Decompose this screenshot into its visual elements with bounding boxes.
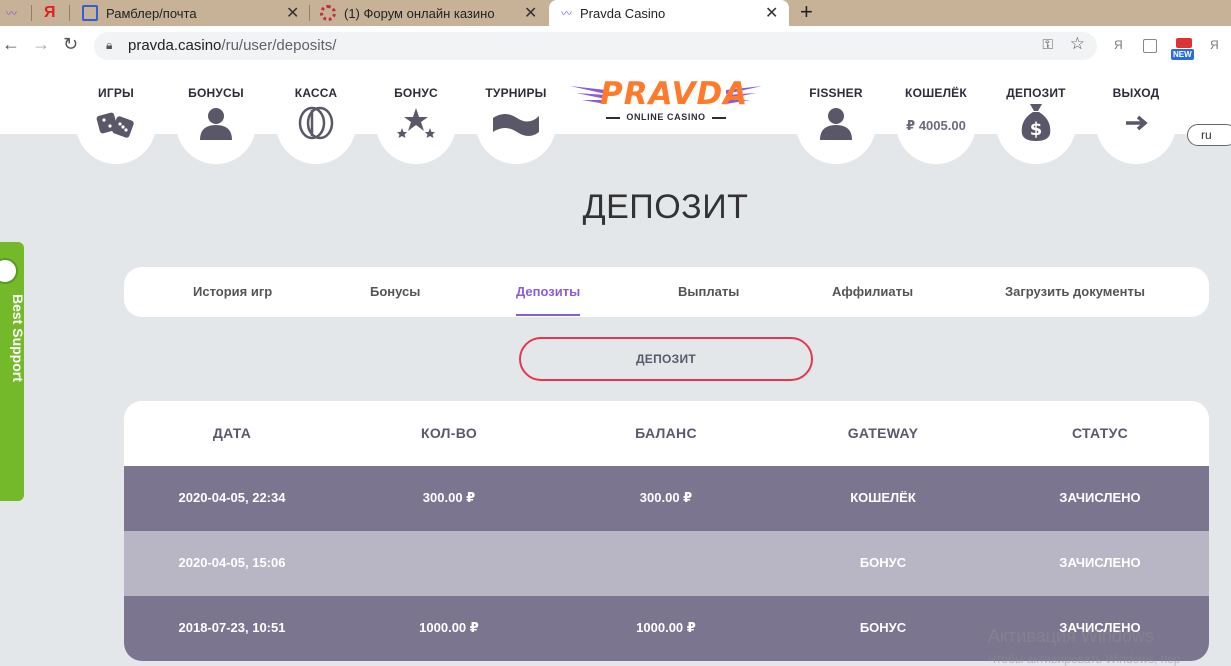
tab-rambler-mail[interactable]: Рамблер/почта ✕ — [70, 0, 310, 26]
active-tab-underline — [516, 314, 581, 316]
deposits-table: ДАТА КОЛ-ВО БАЛАНС GATEWAY СТАТУС 2020-0… — [124, 401, 1209, 661]
language-selector[interactable]: ru — [1187, 124, 1231, 146]
column-header-balance: БАЛАНС — [635, 425, 697, 441]
mail-icon — [82, 5, 98, 21]
extension-calendar-icon[interactable] — [1176, 38, 1192, 48]
tab-affiliates[interactable]: Аффилиаты — [832, 284, 913, 299]
close-icon[interactable]: ✕ — [286, 3, 299, 23]
column-header-status: СТАТУС — [1071, 425, 1129, 441]
page-title: ДЕПОЗИТ — [582, 188, 749, 226]
new-tab-button[interactable]: + — [800, 0, 813, 26]
pinned-tab[interactable]: 〰 — [0, 0, 32, 26]
ribbon-icon — [493, 114, 539, 136]
back-arrow-icon[interactable]: ← — [2, 34, 20, 55]
tab-title: (1) Форум онлайн казино — [344, 5, 495, 21]
windows-activation-hint: Чтобы активировать Windows, пер — [988, 652, 1181, 666]
tab-bonuses[interactable]: Бонусы — [370, 284, 420, 299]
pravda-favicon-icon: 〰 — [561, 8, 572, 20]
wallet-balance: ₽ 4005.00 — [906, 118, 966, 133]
tab-title: Pravda Casino — [580, 5, 666, 21]
cell-date: 2020-04-05, 15:06 — [178, 555, 286, 570]
windows-activation-watermark: Активация Windows — [988, 626, 1154, 646]
tab-title: Рамблер/почта — [106, 5, 197, 21]
cell-gateway: КОШЕЛЁК — [850, 490, 916, 505]
lock-icon: 🔒︎ — [106, 38, 113, 52]
forum-favicon-icon — [320, 5, 336, 21]
table-row: 2020-04-05, 22:34 300.00 ₽ 300.00 ₽ КОШЕ… — [124, 466, 1209, 531]
key-icon[interactable]: ⚿ — [1042, 36, 1053, 53]
tab-payouts[interactable]: Выплаты — [678, 284, 739, 299]
support-side-tab[interactable]: Best Support — [0, 242, 26, 501]
logo-brand: PRAVDA — [600, 76, 749, 112]
url-text: pravda.casino/ru/user/deposits/ — [128, 37, 337, 54]
star-icon[interactable]: ☆ — [1070, 34, 1085, 54]
nav-wallet[interactable]: КОШЕЛЁК ₽ 4005.00 — [896, 66, 976, 164]
user-icon — [820, 108, 852, 140]
browser-tab-bar: 〰 Я Рамблер/почта ✕ (1) Форум онлайн каз… — [0, 0, 1231, 26]
forward-arrow-icon[interactable]: → — [32, 34, 50, 55]
chip-icon — [298, 106, 334, 140]
nav-bonus[interactable]: БОНУС — [376, 66, 456, 164]
user-icon — [200, 108, 232, 140]
nav-games[interactable]: ИГРЫ — [76, 66, 156, 164]
pravda-favicon-icon: 〰 — [6, 8, 17, 20]
tab-deposits[interactable]: Депозиты — [516, 284, 581, 316]
address-bar[interactable]: 🔒︎ pravda.casino/ru/user/deposits/ ⚿ ☆ — [94, 32, 1097, 60]
account-tabs: История игр Бонусы Депозиты Выплаты Аффи… — [124, 267, 1209, 317]
nav-profile[interactable]: FISSHER — [796, 66, 876, 164]
tab-casino-forum[interactable]: (1) Форум онлайн казино ✕ — [310, 0, 548, 26]
table-header: ДАТА КОЛ-ВО БАЛАНС GATEWAY СТАТУС — [124, 401, 1209, 466]
extension-yandex-2[interactable]: Я — [1210, 38, 1219, 52]
tab-deposits-label: Депозиты — [516, 284, 581, 299]
table-row: 2020-04-05, 15:06 БОНУС ЗАЧИСЛЕНО — [124, 531, 1209, 596]
nav-label: ТУРНИРЫ — [485, 86, 547, 100]
svg-text:$: $ — [1030, 119, 1043, 140]
nav-tournaments[interactable]: ТУРНИРЫ — [476, 66, 556, 164]
column-header-amount: КОЛ-ВО — [420, 425, 478, 441]
extension-search-icon[interactable] — [1143, 39, 1157, 53]
nav-bonuses[interactable]: БОНУСЫ — [176, 66, 256, 164]
tab-upload-documents[interactable]: Загрузить документы — [1005, 284, 1145, 299]
cell-gateway: БОНУС — [859, 555, 907, 570]
logo-subtitle: ONLINE CASINO — [626, 112, 706, 122]
deposit-button[interactable]: ДЕПОЗИТ — [519, 337, 813, 381]
pinned-tab-yandex[interactable]: Я — [32, 0, 70, 26]
column-header-date: ДАТА — [212, 425, 252, 441]
pravda-logo[interactable]: PRAVDA ONLINE CASINO — [570, 76, 762, 128]
support-label: Best Support — [10, 294, 26, 382]
yandex-favicon: Я — [44, 4, 56, 21]
cell-date: 2018-07-23, 10:51 — [178, 620, 286, 635]
tab-game-history[interactable]: История игр — [193, 284, 272, 299]
reload-icon[interactable]: ↻ — [63, 34, 78, 55]
tab-pravda-casino[interactable]: 〰 Pravda Casino ✕ — [549, 0, 789, 26]
extension-yandex[interactable]: Я — [1114, 38, 1123, 52]
nav-logout[interactable]: ВЫХОД — [1096, 66, 1176, 164]
arrow-right-icon — [1126, 115, 1148, 131]
nav-cashier[interactable]: КАССА — [276, 66, 356, 164]
cell-date: 2020-04-05, 22:34 — [178, 490, 286, 505]
close-icon[interactable]: ✕ — [765, 3, 778, 23]
cell-status: ЗАЧИСЛЕНО — [1059, 490, 1141, 505]
cell-status: ЗАЧИСЛЕНО — [1059, 555, 1141, 570]
stars-icon — [397, 108, 435, 138]
dice-icon — [96, 112, 134, 138]
cell-balance: 300.00 ₽ — [639, 490, 693, 505]
nav-deposit[interactable]: ДЕПОЗИТ $ — [996, 66, 1076, 164]
chat-bubble-icon — [0, 258, 18, 284]
nav-label: ВЫХОД — [1112, 86, 1160, 100]
cell-gateway: БОНУС — [859, 620, 907, 635]
money-bag-icon: $ — [1021, 104, 1051, 141]
new-badge: NEW — [1171, 49, 1194, 60]
cell-amount: 1000.00 ₽ — [419, 620, 479, 635]
close-icon[interactable]: ✕ — [524, 3, 537, 23]
cell-balance: 1000.00 ₽ — [636, 620, 696, 635]
column-header-gateway: GATEWAY — [847, 425, 919, 441]
cell-amount: 300.00 ₽ — [422, 490, 476, 505]
